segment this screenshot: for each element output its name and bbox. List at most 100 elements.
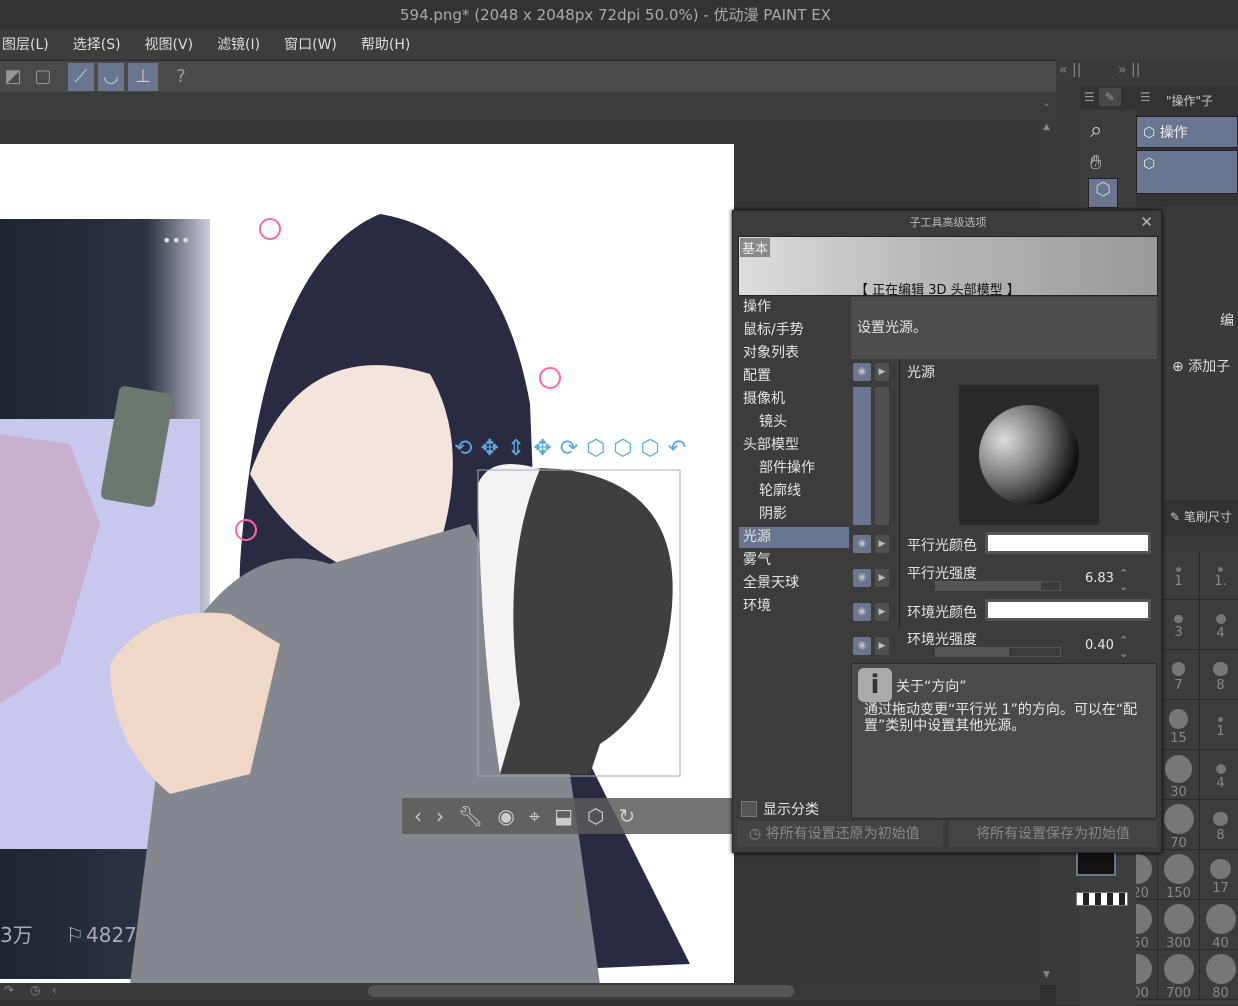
category-item[interactable]: 环境 [739, 596, 849, 617]
menu-view[interactable]: 视图(V) [133, 30, 206, 60]
expand-icon[interactable]: ▶ [875, 363, 889, 381]
brush-size-item[interactable]: 3 [1158, 600, 1200, 650]
clear-selection-icon[interactable]: ◩ [0, 63, 26, 91]
eye-icon[interactable]: ◉ [853, 637, 871, 655]
rotate-object-icon[interactable]: ⟳ [560, 436, 578, 466]
zoom-tool-icon[interactable]: ⌕ [1090, 118, 1102, 143]
chevron-down-icon[interactable]: ⌄ [1042, 96, 1051, 109]
dolly-camera-icon[interactable]: ⇕ [507, 436, 525, 466]
focus-icon[interactable]: ⌖ [529, 804, 540, 828]
reset-object-icon[interactable]: ⬡ [587, 804, 604, 828]
brush-size-item[interactable]: 600 [1136, 950, 1158, 1001]
brush-size-item[interactable]: 300 [1158, 900, 1200, 951]
selection-frame-icon[interactable]: ▢ [30, 63, 56, 91]
category-item[interactable]: 鼠标/手势 [739, 320, 849, 341]
brush-size-item[interactable]: 1 [1158, 550, 1200, 600]
category-item[interactable]: 部件操作 [739, 458, 849, 479]
transparent-color-swatch[interactable] [1076, 892, 1128, 906]
brush-size-item[interactable]: 150 [1158, 850, 1200, 901]
dir-color-swatch[interactable] [985, 532, 1151, 554]
brush-size-item[interactable]: 15 [1158, 700, 1200, 750]
menu-window[interactable]: 窗口(W) [272, 30, 349, 60]
hand-tool-icon[interactable]: ✋︎ [1090, 150, 1101, 174]
category-item[interactable]: 雾气 [739, 550, 849, 571]
subtool-operation[interactable]: ⬡ 操作 [1136, 116, 1238, 148]
brush-size-tab[interactable]: ✎ 笔刷尺寸 [1164, 500, 1238, 536]
brush-size-item[interactable]: 8 [1200, 800, 1238, 850]
canvas[interactable]: ••• 3万 ⚐ 4827 [0, 144, 734, 983]
category-item[interactable]: 镜头 [739, 412, 849, 433]
menu-select[interactable]: 选择(S) [61, 30, 133, 60]
reset-all-button[interactable]: ◷ 将所有设置还原为初始值 [737, 821, 943, 847]
expand-icon[interactable]: ▶ [875, 637, 889, 655]
ruler-perspective-icon[interactable]: ⊥ [128, 63, 158, 91]
brush-size-item[interactable]: 80 [1200, 950, 1238, 1001]
rotate-object-x-icon[interactable]: ⬡ [586, 436, 605, 466]
category-item[interactable]: 配置 [739, 366, 849, 387]
ground-icon[interactable]: ⬓ [554, 804, 573, 828]
category-item[interactable]: 操作 [739, 297, 849, 318]
category-item[interactable]: 光源 [739, 527, 849, 548]
category-item[interactable]: 摄像机 [739, 389, 849, 410]
move-object-icon[interactable]: ✥ [533, 436, 551, 466]
brush-size-item[interactable]: 70 [1158, 800, 1200, 851]
spinner-icon[interactable]: ⌃ ⌄ [1119, 567, 1128, 593]
brush-size-item[interactable]: 17 [1200, 850, 1238, 900]
save-all-button[interactable]: 将所有设置保存为初始值 [949, 821, 1157, 847]
rotate-icon[interactable]: ↷ [4, 983, 14, 997]
category-item[interactable]: 阴影 [739, 504, 849, 525]
scroll-left-icon[interactable]: ‹ [52, 983, 57, 997]
close-icon[interactable]: ✕ [1140, 213, 1153, 231]
operation-tool-icon[interactable]: ⬡ [1088, 178, 1118, 208]
menu-filter[interactable]: 滤镜(I) [205, 30, 272, 60]
show-category-checkbox[interactable]: 显示分类 [741, 799, 819, 819]
brush-size-item[interactable]: 8 [1200, 650, 1238, 700]
category-item[interactable]: 轮廓线 [739, 481, 849, 502]
reset-rotation-icon[interactable]: ↶ [668, 436, 686, 466]
eye-icon[interactable]: ◉ [853, 603, 871, 621]
rotate-object-y-icon[interactable]: ⬡ [613, 436, 632, 466]
brush-size-item[interactable]: 250 [1136, 900, 1158, 951]
brush-size-item[interactable]: 40 [1200, 900, 1238, 951]
ruler-linear-icon[interactable]: ⟋ [68, 63, 94, 91]
help-icon[interactable]: ? [168, 63, 194, 91]
horizontal-scroll-thumb[interactable] [368, 985, 794, 997]
amb-strength-slider[interactable] [935, 647, 1061, 657]
expand-icon[interactable]: ▶ [875, 603, 889, 621]
menu-help[interactable]: 帮助(H) [349, 30, 422, 60]
brush-size-item[interactable]: 700 [1158, 950, 1200, 1001]
brush-size-item[interactable]: 1 [1200, 700, 1238, 750]
add-subtool-button[interactable]: ⊕ 添加子 [1172, 356, 1230, 376]
tool-palette-menu-icon[interactable]: ☰ ✎ [1080, 86, 1136, 110]
scale-object-icon[interactable]: ⬡ [641, 436, 660, 466]
eye-icon[interactable]: ◉ [853, 363, 871, 381]
expand-icon[interactable]: ▶ [875, 569, 889, 587]
eye-icon[interactable]: ◉ [853, 569, 871, 587]
wrench-icon[interactable]: 🔧︎ [458, 804, 483, 828]
spinner-icon[interactable]: ⌃ ⌄ [1119, 634, 1128, 660]
category-item[interactable]: 全景天球 [739, 573, 849, 594]
subtool-menu-icon[interactable]: ☰ [1140, 90, 1151, 104]
light-direction-sphere[interactable] [959, 385, 1099, 525]
category-item[interactable]: 头部模型 [739, 435, 849, 456]
pan-camera-icon[interactable]: ✥ [480, 436, 498, 466]
brush-size-item[interactable]: 4 [1200, 750, 1238, 800]
prev-icon[interactable]: ‹ [414, 804, 422, 828]
brush-size-item[interactable]: 1. [1200, 550, 1238, 600]
light-visibility-bar[interactable] [853, 387, 871, 525]
category-item[interactable]: 对象列表 [739, 343, 849, 364]
light-expand-bar[interactable] [875, 387, 889, 525]
subtool-object[interactable]: ⬡ [1136, 150, 1238, 194]
collapse-left-icon[interactable]: « || [1059, 62, 1081, 78]
dir-strength-value[interactable]: 6.83 [1085, 571, 1114, 586]
brush-size-item[interactable]: 7 [1158, 650, 1200, 700]
camera-icon[interactable]: ◉ [497, 804, 514, 828]
brush-size-item[interactable]: 30 [1158, 750, 1200, 800]
rotate-camera-icon[interactable]: ⟲ [454, 436, 472, 466]
menu-layer[interactable]: 图层(L) [0, 30, 61, 60]
reset-view-icon[interactable]: ◷ [30, 983, 40, 997]
amb-color-swatch[interactable] [985, 599, 1151, 621]
amb-strength-value[interactable]: 0.40 [1085, 638, 1114, 653]
main-color-swatch[interactable] [1076, 850, 1116, 876]
ruler-curve-icon[interactable]: ◡ [98, 63, 124, 91]
